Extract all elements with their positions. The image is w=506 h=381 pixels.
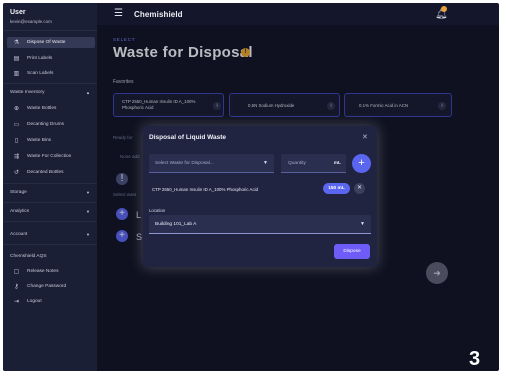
sidebar-item-label: Decanted Bottles (27, 170, 64, 175)
drum-icon: ▭ (13, 122, 20, 128)
sidebar-item-label: Waste Bottles (27, 106, 57, 111)
divider (3, 221, 97, 222)
sidebar-item-label: Decanting Drums (27, 122, 65, 127)
sidebar-item-waste-for-collection[interactable]: ⇶ Waste For Collection (7, 151, 95, 162)
truck-icon: ⇶ (13, 154, 20, 160)
chevron-up-icon: ▲ (86, 90, 90, 95)
history-icon: ↺ (13, 170, 20, 176)
divider (3, 202, 97, 203)
section-storage[interactable]: Storage ▼ (10, 190, 90, 195)
remove-icon[interactable]: ✕ (354, 183, 365, 194)
sidebar-item-label: Release Notes (27, 269, 59, 274)
sidebar-item-change-password[interactable]: ⚷ Change Password (7, 281, 95, 292)
unit-label: mL (333, 161, 341, 166)
footer-title: Chemshield AQS (10, 254, 47, 259)
top-bar: ☰ Chemishield 🔔︎ (97, 3, 499, 25)
waste-select-placeholder: Select Waste for Disposal... (155, 161, 214, 166)
modal-title: Disposal of Liquid Waste (149, 134, 227, 141)
quantity-placeholder: Quantity (288, 161, 306, 166)
section-analytics[interactable]: Analytics ▼ (10, 209, 90, 214)
sidebar: User kevin@example.com ⚗ Dispose Of Wast… (3, 3, 97, 371)
sidebar-item-label: Waste For Collection (27, 154, 72, 159)
key-icon: ⚷ (14, 284, 19, 290)
bin-icon: ▯ (14, 138, 19, 144)
chevron-down-icon: ▼ (86, 209, 90, 214)
bottle-icon: ⊕ (13, 106, 20, 112)
chevron-down-icon: ▼ (86, 232, 90, 237)
sidebar-item-release-notes[interactable]: ▢ Release Notes (7, 266, 95, 277)
waste-select[interactable]: Select Waste for Disposal... ▼ (149, 154, 274, 173)
caret-down-icon: ▼ (360, 221, 365, 227)
divider (3, 244, 97, 245)
app-window: User kevin@example.com ⚗ Dispose Of Wast… (3, 3, 499, 371)
dispose-button[interactable]: Dispose (334, 244, 370, 259)
chevron-down-icon: ▼ (86, 190, 90, 195)
section-title: Storage (10, 190, 27, 195)
location-value: Building 101_Lab A (155, 222, 197, 227)
notification-badge (441, 6, 447, 12)
sidebar-item-label: Scan Labels (27, 71, 54, 76)
sidebar-item-waste-bins[interactable]: ▯ Waste Bins (7, 135, 95, 146)
caret-down-icon: ▼ (263, 160, 268, 166)
flask-icon: ⚗ (13, 40, 20, 46)
quantity-chip: 150 mL (323, 183, 350, 194)
sidebar-item-logout[interactable]: ⇥ Logout (7, 296, 95, 307)
add-waste-button[interactable]: + (352, 154, 371, 173)
notes-icon: ▢ (13, 269, 20, 275)
close-icon[interactable]: ✕ (362, 133, 368, 141)
divider (3, 183, 97, 184)
selected-waste-item: CTP 2550_Human Insulin ID A_100% Phospho… (152, 187, 259, 192)
section-waste-inventory[interactable]: Waste Inventory ▲ (10, 90, 90, 95)
overlay-number: 3 (469, 348, 481, 370)
app-title: Chemishield (134, 10, 183, 19)
sidebar-item-scan-labels[interactable]: ▥ Scan Labels (7, 68, 95, 79)
logout-icon: ⇥ (13, 299, 20, 305)
sidebar-item-label: Waste Bins (27, 138, 52, 143)
section-title: Waste Inventory (10, 90, 45, 95)
sidebar-item-label: Dispose Of Waste (27, 40, 66, 45)
section-title: Account (10, 232, 28, 237)
sidebar-item-label: Print Labels (27, 56, 53, 61)
user-email: kevin@example.com (10, 19, 52, 24)
sidebar-item-waste-bottles[interactable]: ⊕ Waste Bottles (7, 103, 95, 114)
hamburger-icon[interactable]: ☰ (114, 8, 123, 19)
quantity-input[interactable]: Quantity mL (281, 154, 346, 173)
divider (3, 83, 97, 84)
barcode-icon: ▥ (13, 71, 20, 77)
disposal-modal: Disposal of Liquid Waste ✕ Select Waste … (143, 126, 377, 267)
section-account[interactable]: Account ▼ (10, 232, 90, 237)
sidebar-item-label: Logout (27, 299, 42, 304)
location-select[interactable]: Building 101_Lab A ▼ (149, 215, 371, 234)
sidebar-item-dispose-of-waste[interactable]: ⚗ Dispose Of Waste (7, 37, 95, 48)
sidebar-item-print-labels[interactable]: ▤ Print Labels (7, 53, 95, 64)
sidebar-item-label: Change Password (27, 284, 67, 289)
user-name: User (10, 9, 26, 16)
divider (3, 30, 97, 31)
section-title: Analytics (10, 209, 30, 214)
printer-icon: ▤ (13, 56, 20, 62)
sidebar-item-decanting-drums[interactable]: ▭ Decanting Drums (7, 119, 95, 130)
sidebar-item-decanted-bottles[interactable]: ↺ Decanted Bottles (7, 167, 95, 178)
location-label: Location (149, 208, 166, 213)
